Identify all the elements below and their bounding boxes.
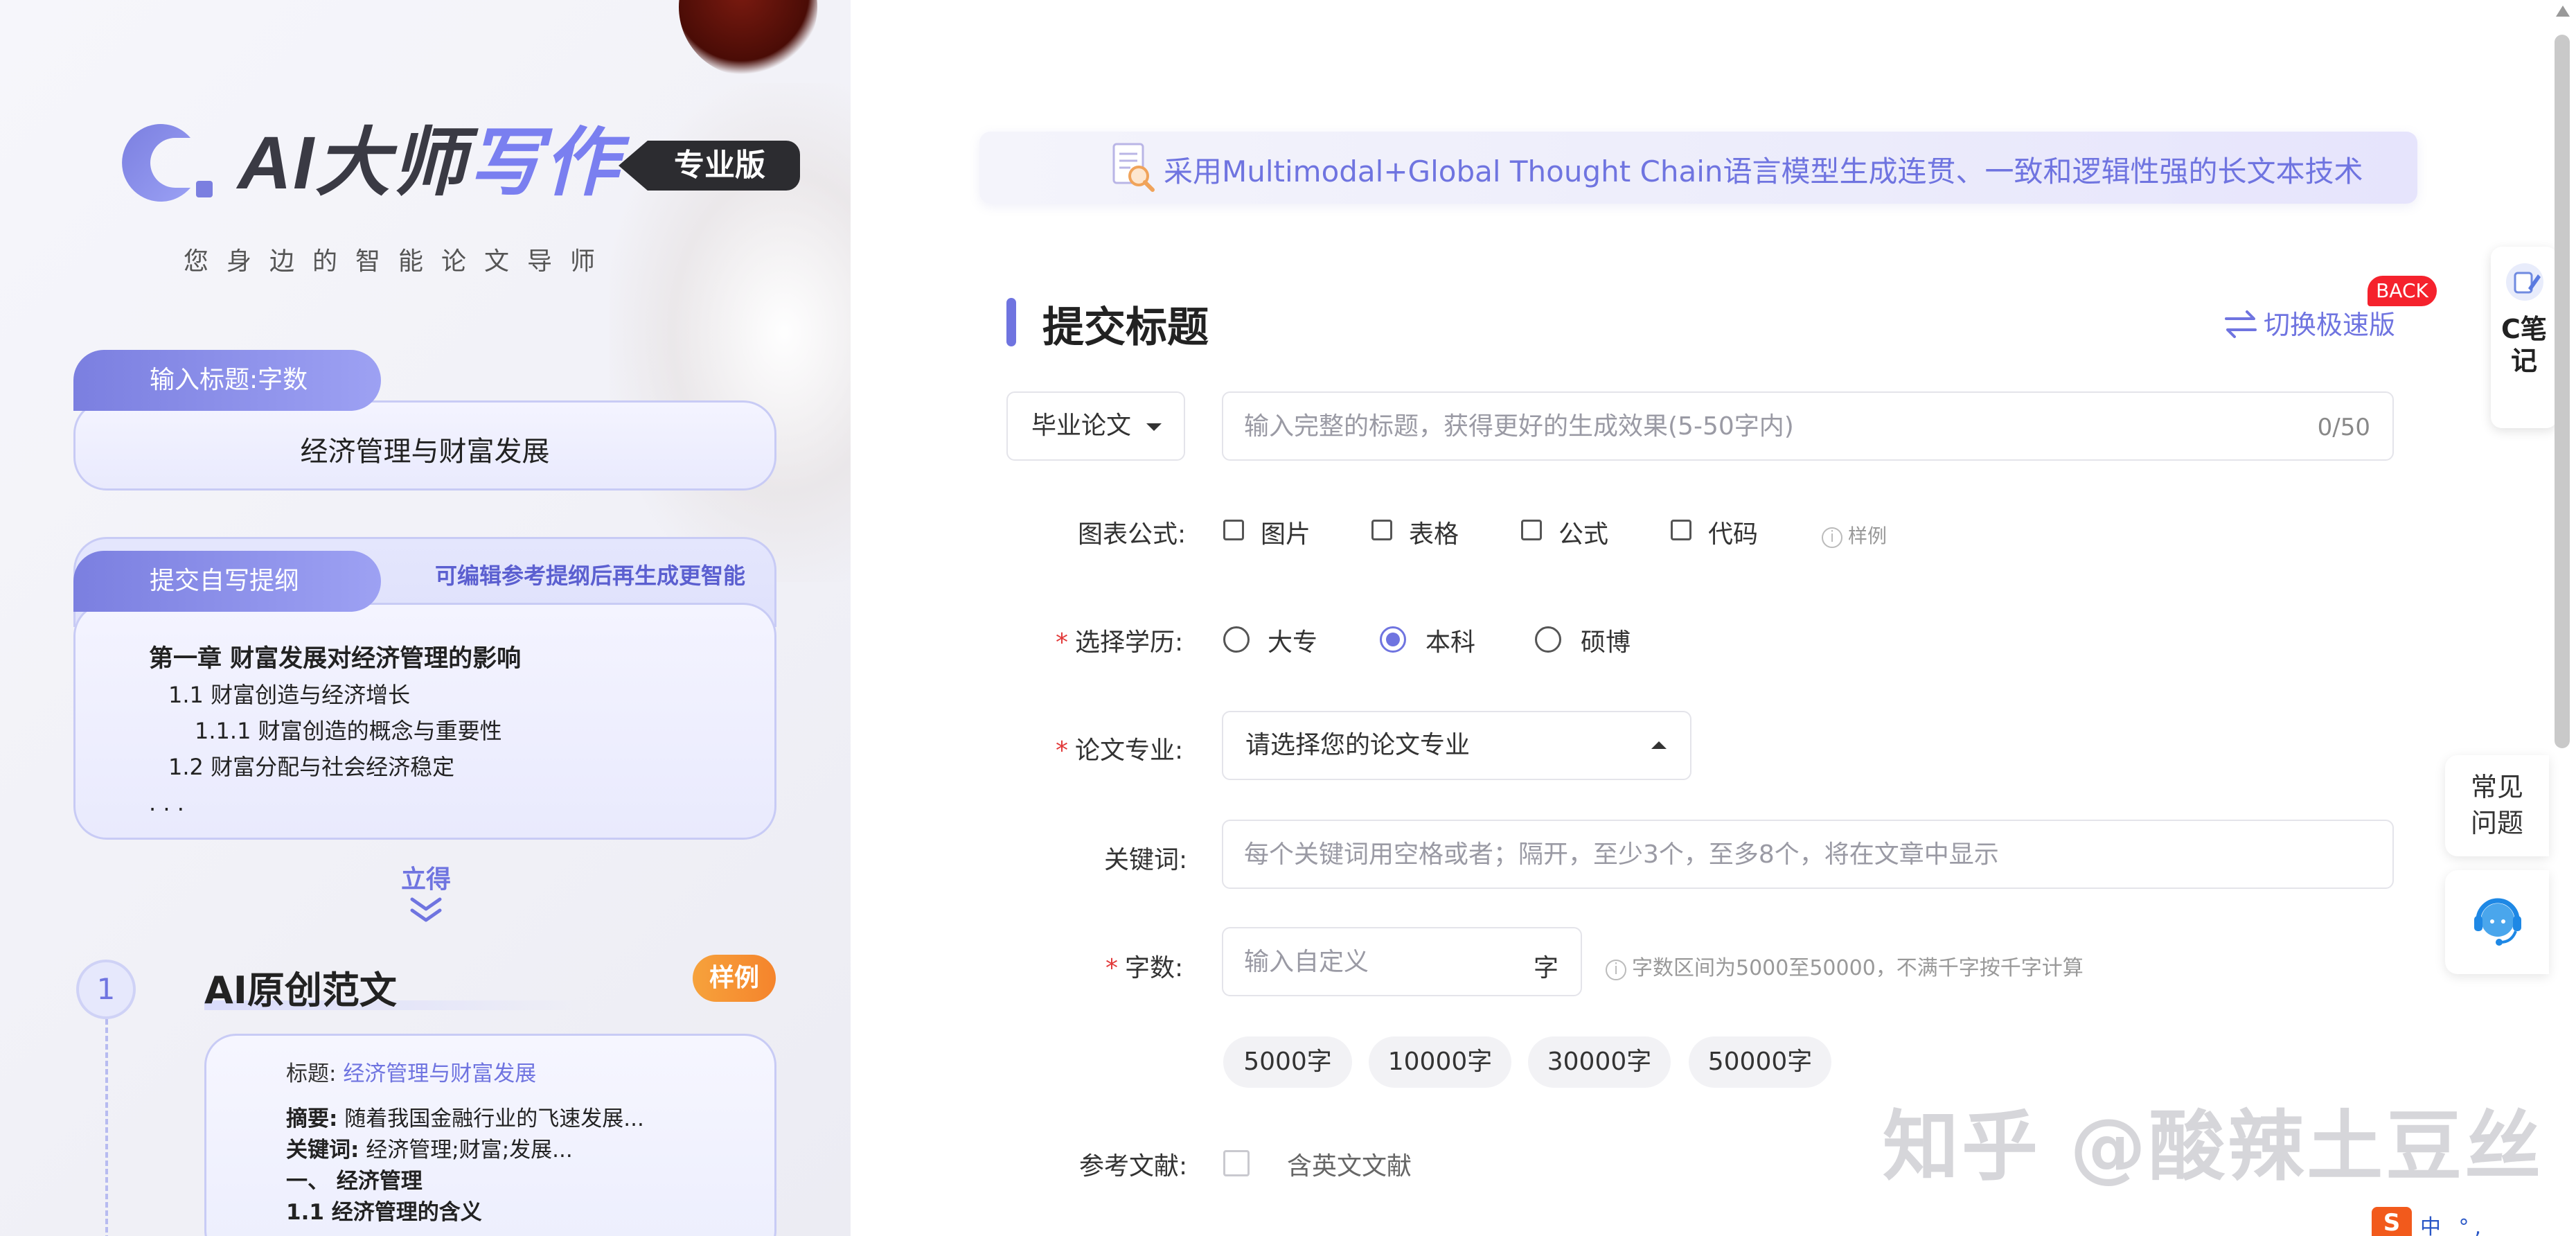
title-card[interactable]: 经济管理与财富发展 (73, 400, 776, 491)
sample-badge[interactable]: 样例 (693, 955, 776, 1002)
sample-content: 标题: 经济管理与财富发展 摘要: 随着我国金融行业的飞速发展... 关键词: … (286, 1059, 644, 1228)
keywords-input-box (1222, 820, 2394, 889)
title-card-value: 经济管理与财富发展 (300, 436, 550, 468)
watermark: 知乎 @酸辣土豆丝 (1883, 1102, 2544, 1191)
ime-status[interactable]: 中 °, (2420, 1210, 2487, 1236)
caret-up-icon (1651, 741, 1667, 749)
charts-sample-link[interactable]: i 样例 (1822, 521, 1887, 549)
sample-title-row: 标题: 经济管理与财富发展 (286, 1061, 537, 1086)
go-label: 立得 (400, 865, 451, 894)
wordcount-hint: i 字数区间为5000至50000，不满千字按千字计算 (1606, 951, 2084, 981)
notes-float-button[interactable]: C笔记 (2491, 247, 2557, 428)
title-input[interactable] (1244, 393, 2283, 459)
step-title: AI原创范文 (204, 969, 397, 1012)
step-connector (105, 1019, 108, 1236)
outline-line: 1.1.1 财富创造的概念与重要性 (195, 718, 502, 744)
wordcount-chip-5000[interactable]: 5000字 (1223, 1036, 1352, 1088)
edition-badge: 专业版 (619, 141, 800, 191)
swap-icon (2225, 310, 2257, 338)
sample-abstract-row: 摘要: 随着我国金融行业的飞速发展... (286, 1106, 644, 1131)
option-table-label: 表格 (1409, 520, 1459, 549)
option-code-label: 代码 (1708, 520, 1759, 549)
outline-list: 第一章 财富发展对经济管理的影响 1.1 财富创造与经济增长 1.1.1 财富创… (149, 641, 521, 821)
education-radio-benke[interactable] (1380, 626, 1406, 653)
english-refs-label: 含英文文献 (1287, 1152, 1412, 1181)
option-table-checkbox[interactable] (1371, 520, 1392, 540)
education-label: * 选择学历: (1056, 628, 1184, 657)
sample-subsection: 1.1 经济管理的含义 (286, 1200, 482, 1225)
scrollbar-thumb[interactable] (2555, 35, 2570, 748)
charts-label: 图表公式: (1078, 520, 1187, 549)
option-formula-label: 公式 (1558, 520, 1609, 549)
info-icon: i (1606, 960, 1626, 980)
title-input-box: 0/50 (1222, 391, 2394, 461)
notes-label: C笔记 (2501, 314, 2547, 376)
references-label: 参考文献: (1079, 1152, 1188, 1181)
brand-logo: AI大师写作 专业版 (114, 114, 800, 211)
section-title: 提交标题 (1042, 303, 1209, 352)
logo-text: AI大师写作 (238, 121, 621, 204)
customer-service-button[interactable] (2445, 870, 2549, 974)
doc-type-select[interactable]: 毕业论文 (1006, 391, 1185, 461)
title-char-counter: 0/50 (2317, 414, 2370, 441)
outline-card-hint: 可编辑参考提纲后再生成更智能 (435, 563, 746, 589)
wordcount-chip-10000[interactable]: 10000字 (1369, 1036, 1511, 1088)
note-edit-icon (2506, 263, 2543, 301)
wordcount-input-box: 字 (1222, 927, 1582, 996)
education-option-label: 大专 (1268, 628, 1318, 657)
slogan: 您身边的智能论文导师 (184, 247, 614, 276)
back-badge: BACK (2368, 276, 2437, 306)
document-search-icon (1112, 143, 1155, 192)
outline-line: 1.1 财富创造与经济增长 (168, 682, 411, 708)
wordcount-chip-30000[interactable]: 30000字 (1528, 1036, 1671, 1088)
info-icon: i (1822, 527, 1842, 548)
faq-label: 问题 (2470, 808, 2523, 838)
option-formula-checkbox[interactable] (1521, 520, 1542, 540)
headset-icon (2474, 898, 2521, 946)
keywords-label: 关键词: (1104, 846, 1188, 874)
keywords-input[interactable] (1244, 821, 2352, 888)
option-image-label: 图片 (1261, 520, 1311, 549)
education-radio-dazhuan[interactable] (1223, 626, 1250, 653)
section-accent-bar (1006, 298, 1016, 346)
scroll-up-arrow[interactable] (2556, 6, 2570, 17)
education-radio-shuobo[interactable] (1535, 626, 1561, 653)
faq-float-button[interactable]: 常见 问题 (2445, 755, 2549, 856)
education-option-label: 本科 (1425, 628, 1476, 657)
logo-mark-icon (122, 124, 213, 202)
option-image-checkbox[interactable] (1223, 520, 1244, 540)
wordcount-input[interactable] (1244, 928, 1507, 995)
banner-text: 采用Multimodal+Global Thought Chain语言模型生成连… (1164, 154, 2363, 188)
switch-fast-version-button[interactable]: 切换极速版 (2223, 303, 2395, 342)
option-code-checkbox[interactable] (1671, 520, 1691, 540)
outline-line: 第一章 财富发展对经济管理的影响 (149, 645, 522, 673)
education-option-label: 硕博 (1581, 628, 1631, 657)
wordcount-chip-50000[interactable]: 50000字 (1689, 1036, 1831, 1088)
faq-label: 常见 (2470, 772, 2523, 802)
outline-line: . . . (149, 790, 184, 816)
left-panel: AI大师写作 专业版 您身边的智能论文导师 经济管理与财富发展 输入标题:字数 … (0, 0, 851, 1236)
sample-keywords-row: 关键词: 经济管理;财富;发展... (286, 1138, 573, 1163)
caret-down-icon (1146, 423, 1162, 431)
outline-line: 1.2 财富分配与社会经济稳定 (168, 754, 455, 780)
major-label: * 论文专业: (1056, 736, 1184, 765)
sample-section: 一、 经济管理 (286, 1169, 423, 1194)
decorative-ball (679, 0, 817, 76)
ime-logo-icon: S (2372, 1207, 2412, 1236)
english-refs-checkbox[interactable] (1223, 1150, 1250, 1176)
wordcount-unit: 字 (1533, 954, 1558, 982)
outline-card-tab: 提交自写提纲 (73, 551, 381, 612)
title-card-tab: 输入标题:字数 (73, 350, 381, 411)
step-number: 1 (76, 960, 136, 1019)
major-select[interactable]: 请选择您的论文专业 (1222, 711, 1691, 780)
wordcount-label: * 字数: (1105, 954, 1184, 982)
double-chevron-down-icon (410, 897, 442, 922)
ime-tray: S 中 °, (2372, 1207, 2576, 1236)
